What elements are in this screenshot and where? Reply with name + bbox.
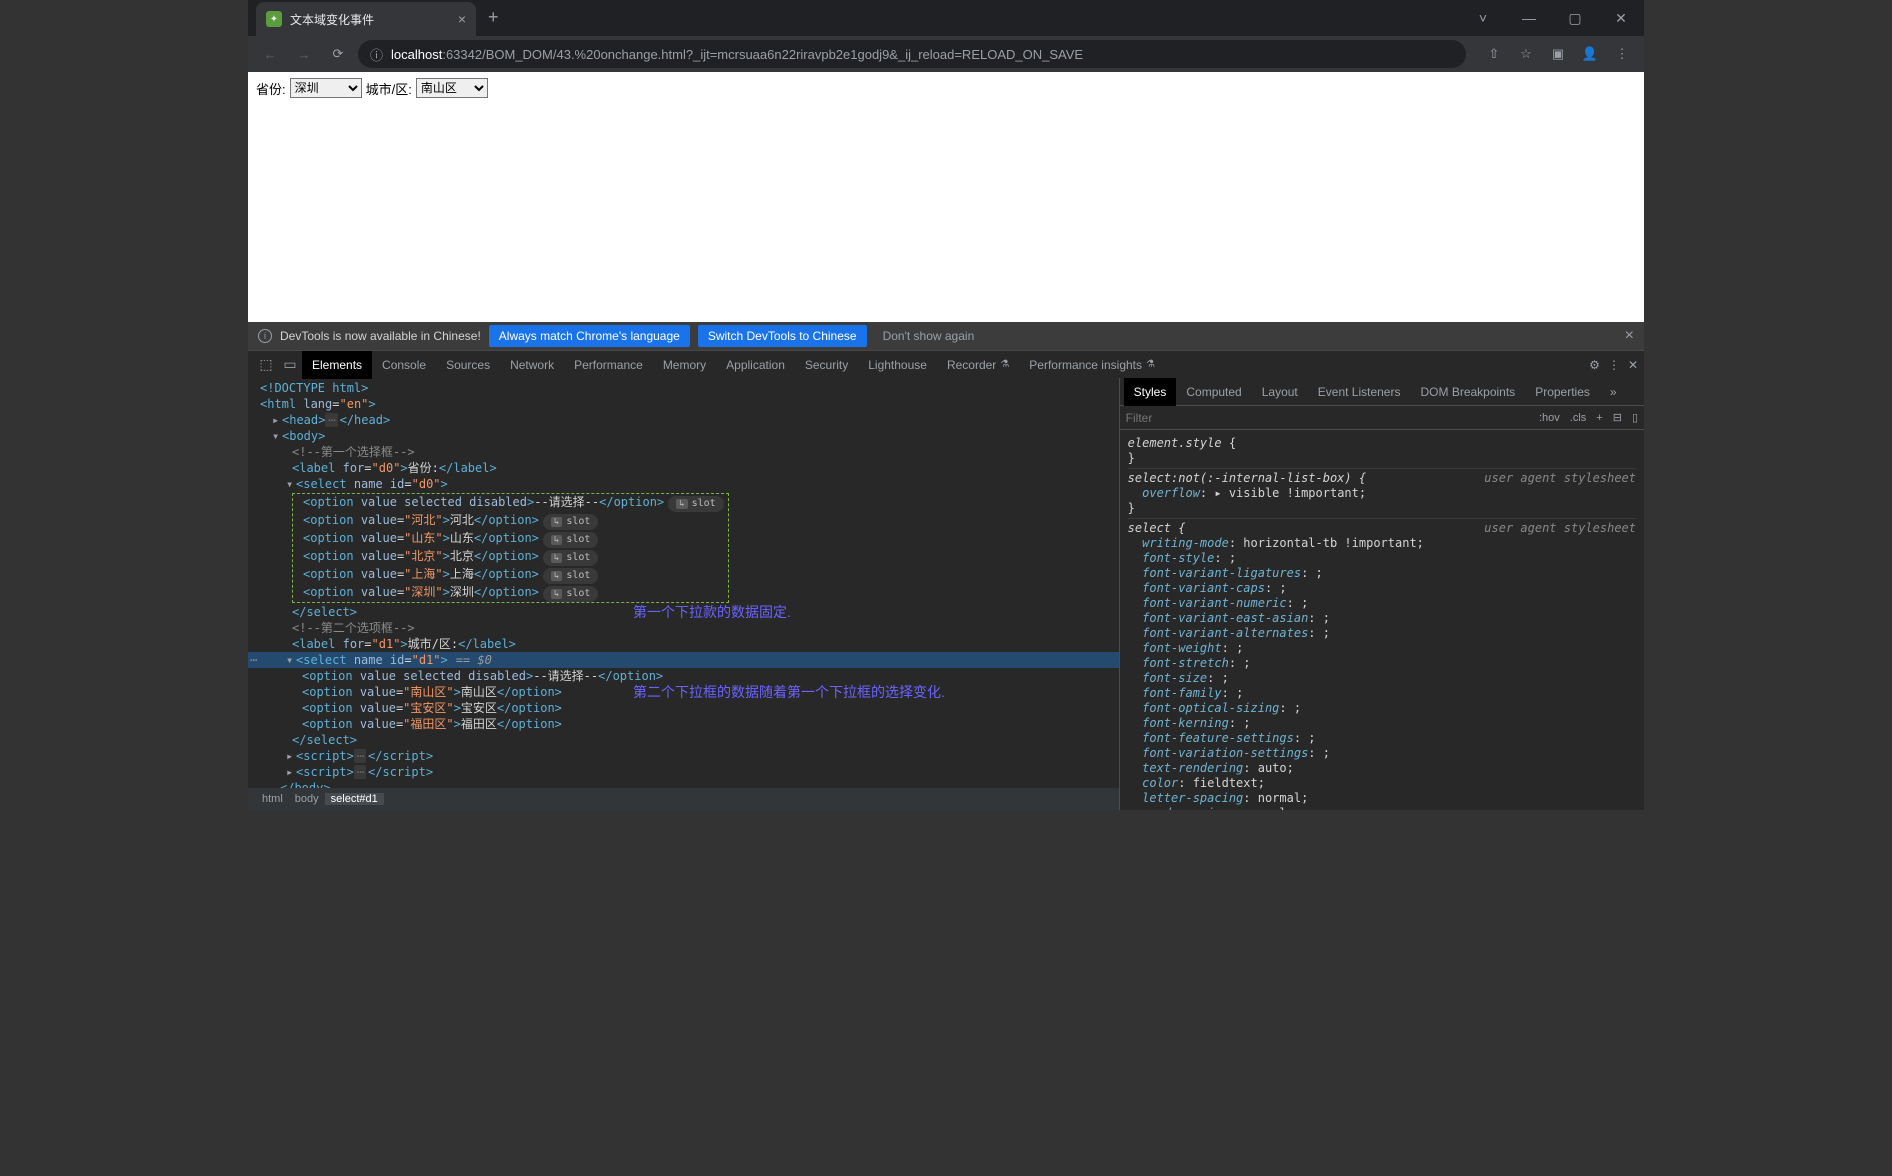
tab-recorder[interactable]: Recorder ⚗	[937, 351, 1019, 379]
tab-title: 文本域变化事件	[290, 11, 450, 28]
dont-show-button[interactable]: Don't show again	[875, 325, 983, 347]
bc-html[interactable]: html	[256, 793, 289, 805]
tab-network[interactable]: Network	[500, 351, 564, 379]
devtools-tabs: ⬚ ▭ Elements Console Sources Network Per…	[248, 350, 1644, 378]
tab-sources[interactable]: Sources	[436, 351, 500, 379]
city-select[interactable]: 南山区	[416, 78, 488, 98]
bookmark-icon[interactable]: ☆	[1512, 40, 1540, 68]
back-button[interactable]: ←	[256, 40, 284, 68]
tab-dom-breakpoints[interactable]: DOM Breakpoints	[1410, 378, 1525, 406]
tab-elements[interactable]: Elements	[302, 351, 372, 379]
tab-performance[interactable]: Performance	[564, 351, 653, 379]
bc-body[interactable]: body	[289, 793, 325, 805]
info-icon: ⓘ	[370, 45, 383, 64]
new-style-button[interactable]: +	[1596, 412, 1602, 424]
bc-select[interactable]: select#d1	[325, 793, 384, 805]
profile-icon[interactable]: 👤	[1576, 40, 1604, 68]
notice-text: DevTools is now available in Chinese!	[280, 329, 481, 343]
page-content: 省份: 深圳 城市/区: 南山区	[248, 72, 1644, 322]
tab-memory[interactable]: Memory	[653, 351, 716, 379]
devtools-notice: i DevTools is now available in Chinese! …	[248, 322, 1644, 350]
close-notice-button[interactable]: ×	[1625, 327, 1634, 345]
elements-panel: <!DOCTYPE html> <html lang="en"> ▸<head>…	[248, 378, 1120, 810]
close-window-button[interactable]: ✕	[1598, 0, 1644, 36]
close-devtools-button[interactable]: ✕	[1628, 358, 1638, 372]
styles-panel: Styles Computed Layout Event Listeners D…	[1120, 378, 1644, 810]
css-rules[interactable]: element.style {} user agent stylesheet s…	[1120, 430, 1644, 810]
share-icon[interactable]: ⇧	[1480, 40, 1508, 68]
inspect-icon[interactable]: ⬚	[254, 356, 278, 373]
browser-tab[interactable]: ✦ 文本域变化事件 ×	[256, 2, 476, 36]
more-icon[interactable]: ⋮	[1608, 358, 1620, 372]
new-tab-button[interactable]: +	[476, 0, 511, 36]
settings-icon[interactable]: ⚙	[1589, 358, 1600, 372]
styles-filter-input[interactable]	[1126, 411, 1529, 425]
more-tabs-icon[interactable]: »	[1600, 378, 1627, 406]
tab-strip: ✦ 文本域变化事件 × + ˅ — ▢ ✕	[248, 0, 1644, 36]
reload-button[interactable]: ⟳	[324, 40, 352, 68]
match-language-button[interactable]: Always match Chrome's language	[489, 325, 690, 347]
selected-node[interactable]: ⋯▾<select name id="d1">== $0	[248, 652, 1119, 668]
tab-perf-insights[interactable]: Performance insights ⚗	[1019, 351, 1165, 379]
maximize-button[interactable]: ▢	[1552, 0, 1598, 36]
province-select[interactable]: 深圳	[290, 78, 362, 98]
breadcrumb[interactable]: html body select#d1	[248, 788, 1119, 810]
switch-language-button[interactable]: Switch DevTools to Chinese	[698, 325, 867, 347]
tab-console[interactable]: Console	[372, 351, 436, 379]
tab-layout[interactable]: Layout	[1252, 378, 1308, 406]
tab-computed[interactable]: Computed	[1176, 378, 1251, 406]
close-tab-button[interactable]: ×	[458, 11, 466, 27]
cls-toggle[interactable]: .cls	[1570, 412, 1587, 424]
url-input[interactable]: ⓘ localhost:63342/BOM_DOM/43.%20onchange…	[358, 40, 1466, 68]
tab-event-listeners[interactable]: Event Listeners	[1308, 378, 1411, 406]
province-label: 省份:	[256, 79, 286, 98]
url-text: localhost:63342/BOM_DOM/43.%20onchange.h…	[391, 47, 1083, 62]
dom-node[interactable]: <!DOCTYPE html>	[260, 381, 368, 395]
dom-tree[interactable]: <!DOCTYPE html> <html lang="en"> ▸<head>…	[248, 378, 1119, 788]
minimize-button[interactable]: —	[1506, 0, 1552, 36]
tab-styles[interactable]: Styles	[1124, 378, 1177, 406]
layout-icon[interactable]: ▯	[1632, 411, 1638, 424]
tab-lighthouse[interactable]: Lighthouse	[858, 351, 937, 379]
menu-icon[interactable]: ⋮	[1608, 40, 1636, 68]
city-label: 城市/区:	[366, 79, 412, 98]
hov-toggle[interactable]: :hov	[1539, 412, 1560, 424]
annotation-1: 第一个下拉款的数据固定.	[633, 604, 791, 620]
tab-application[interactable]: Application	[716, 351, 795, 379]
info-icon: i	[258, 329, 272, 343]
panel-icon[interactable]: ▣	[1544, 40, 1572, 68]
device-icon[interactable]: ▭	[278, 356, 302, 373]
favicon-icon: ✦	[266, 11, 282, 27]
annotation-2: 第二个下拉框的数据随着第一个下拉框的选择变化.	[633, 684, 945, 700]
tab-security[interactable]: Security	[795, 351, 858, 379]
tab-properties[interactable]: Properties	[1525, 378, 1600, 406]
chevron-down-icon[interactable]: ˅	[1460, 0, 1506, 36]
forward-button[interactable]: →	[290, 40, 318, 68]
computed-icon[interactable]: ⊟	[1613, 411, 1622, 424]
address-bar: ← → ⟳ ⓘ localhost:63342/BOM_DOM/43.%20on…	[248, 36, 1644, 72]
